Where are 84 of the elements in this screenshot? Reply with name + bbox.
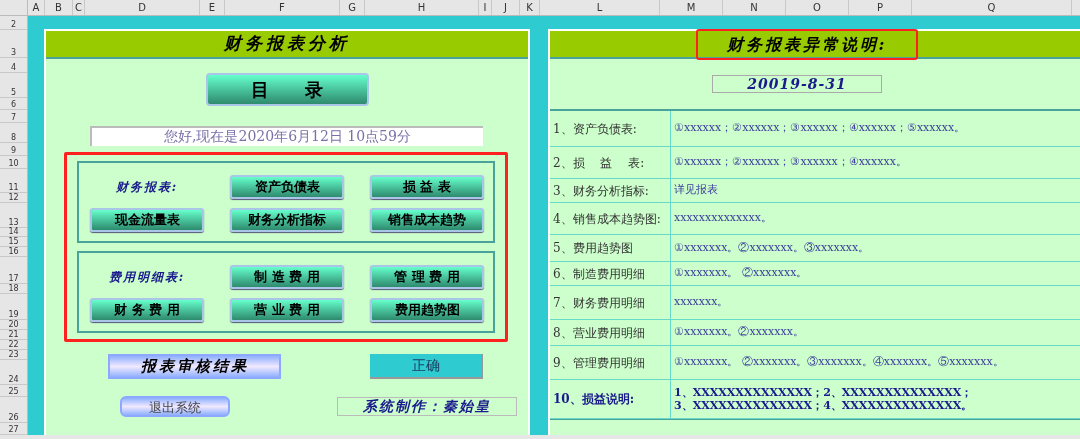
row-header[interactable]: 8 bbox=[0, 122, 27, 143]
item-note: ①xxxxxxx。 ②xxxxxxx。③xxxxxxx。④xxxxxxx。⑤xxxxxxx。 bbox=[673, 354, 1004, 371]
column-header[interactable]: C bbox=[73, 0, 85, 15]
row-header[interactable]: 2 bbox=[0, 16, 27, 30]
column-header[interactable]: L bbox=[540, 0, 660, 15]
greeting-field: 您好,现在是2020年6月12日 10点59分 bbox=[90, 126, 483, 146]
item-note: ①xxxxxxx。 ②xxxxxxx。 bbox=[673, 265, 808, 282]
menu-button[interactable]: 财 务 费 用 bbox=[90, 298, 204, 322]
row-header[interactable]: 3 bbox=[0, 29, 27, 58]
note-line: 1、XXXXXXXXXXXXXX；2、XXXXXXXXXXXXXX； bbox=[674, 386, 973, 399]
menu-button[interactable]: 管 理 费 用 bbox=[370, 265, 484, 289]
column-header[interactable]: J bbox=[492, 0, 520, 15]
menu-button[interactable]: 营 业 费 用 bbox=[230, 298, 344, 322]
note-line: 3、XXXXXXXXXXXXXX；4、XXXXXXXXXXXXXX。 bbox=[674, 399, 973, 412]
column-header[interactable]: Q bbox=[912, 0, 1072, 15]
row-header[interactable]: 23 bbox=[0, 350, 27, 361]
row-header[interactable]: 16 bbox=[0, 247, 27, 258]
column-header[interactable]: B bbox=[45, 0, 73, 15]
column-header[interactable]: P bbox=[849, 0, 912, 15]
menu-button[interactable]: 现金流量表 bbox=[90, 208, 204, 232]
item-label: 9、管理费用明细 bbox=[550, 346, 671, 379]
column-header[interactable]: N bbox=[723, 0, 786, 15]
column-header[interactable]: D bbox=[85, 0, 200, 15]
menu-button[interactable]: 制 造 费 用 bbox=[230, 265, 344, 289]
column-header[interactable]: I bbox=[479, 0, 492, 15]
panel-title: 财务报表异常说明: bbox=[696, 28, 918, 60]
item-note: xxxxxxxxxxxxxx。 bbox=[673, 210, 772, 227]
audit-label: 报表审核结果 bbox=[108, 354, 281, 379]
group-label: 财务报表: bbox=[114, 179, 180, 196]
row-header[interactable]: 13 bbox=[0, 202, 27, 228]
row-header[interactable]: 10 bbox=[0, 155, 27, 169]
author-label: 系统制作：秦始皇 bbox=[337, 397, 517, 416]
column-header[interactable]: H bbox=[365, 0, 479, 15]
item-label: 7、财务费用明细 bbox=[550, 286, 671, 319]
row-header[interactable]: 14 bbox=[0, 227, 27, 238]
row-header[interactable]: 6 bbox=[0, 97, 27, 110]
column-header[interactable]: E bbox=[200, 0, 225, 15]
row-header[interactable]: 11 bbox=[0, 168, 27, 193]
row-header[interactable]: 26 bbox=[0, 397, 27, 424]
row-header[interactable]: 18 bbox=[0, 284, 27, 295]
column-header[interactable]: A bbox=[28, 0, 45, 15]
column-header[interactable]: F bbox=[225, 0, 340, 15]
row-header[interactable]: 17 bbox=[0, 257, 27, 285]
row-header[interactable]: 12 bbox=[0, 192, 27, 203]
item-label: 5、费用趋势图 bbox=[550, 235, 671, 261]
menu-button[interactable]: 销售成本趋势 bbox=[370, 208, 484, 232]
column-header[interactable]: K bbox=[520, 0, 540, 15]
item-note: 详见报表 bbox=[673, 182, 718, 199]
column-header[interactable]: M bbox=[660, 0, 723, 15]
row-header[interactable]: 20 bbox=[0, 320, 27, 331]
column-header[interactable]: O bbox=[786, 0, 849, 15]
exit-button[interactable]: 退出系统 bbox=[120, 396, 230, 417]
item-note: xxxxxxx。 bbox=[673, 294, 729, 311]
row-header[interactable]: 15 bbox=[0, 237, 27, 248]
row-header[interactable]: 5 bbox=[0, 72, 27, 98]
menu-button[interactable]: 资产负债表 bbox=[230, 175, 344, 199]
item-note: ①xxxxxx；②xxxxxx；③xxxxxx；④xxxxxx；⑤xxxxxx。 bbox=[673, 120, 966, 137]
row-header[interactable]: 9 bbox=[0, 142, 27, 156]
row-header[interactable]: 4 bbox=[0, 57, 27, 73]
row-header[interactable]: 24 bbox=[0, 360, 27, 386]
row-header[interactable]: 19 bbox=[0, 294, 27, 321]
item-label: 4、销售成本趋势图: bbox=[550, 203, 671, 234]
row-header[interactable]: 22 bbox=[0, 340, 27, 351]
item-label: 6、制造费用明细 bbox=[550, 262, 671, 285]
item-note: ①xxxxxx；②xxxxxx；③xxxxxx；④xxxxxx。 bbox=[673, 154, 907, 171]
row-header[interactable]: 7 bbox=[0, 109, 27, 123]
item-label: 2、损 益 表: bbox=[550, 147, 671, 178]
item-note: ①xxxxxxx。②xxxxxxx。③xxxxxxx。 bbox=[673, 239, 870, 256]
audit-result: 正确 bbox=[370, 354, 483, 379]
item-label: 3、财务分析指标: bbox=[550, 179, 671, 202]
report-date: 20019-8-31 bbox=[712, 75, 882, 93]
contents-button[interactable]: 目 录 bbox=[205, 73, 369, 106]
menu-button[interactable]: 损 益 表 bbox=[370, 175, 484, 199]
column-header[interactable]: G bbox=[340, 0, 365, 15]
item-label: 1、资产负债表: bbox=[550, 111, 671, 146]
row-header[interactable]: 25 bbox=[0, 385, 27, 398]
menu-button[interactable]: 费用趋势图 bbox=[370, 298, 484, 322]
group-label: 费用明细表: bbox=[107, 269, 187, 286]
menu-button[interactable]: 财务分析指标 bbox=[230, 208, 344, 232]
item-label: 10、损益说明: bbox=[550, 380, 671, 418]
item-note: ①xxxxxxx。②xxxxxxx。 bbox=[673, 324, 804, 341]
row-header[interactable]: 21 bbox=[0, 330, 27, 341]
panel-title: 财务报表分析 bbox=[224, 32, 350, 56]
item-label: 8、营业费用明细 bbox=[550, 320, 671, 345]
